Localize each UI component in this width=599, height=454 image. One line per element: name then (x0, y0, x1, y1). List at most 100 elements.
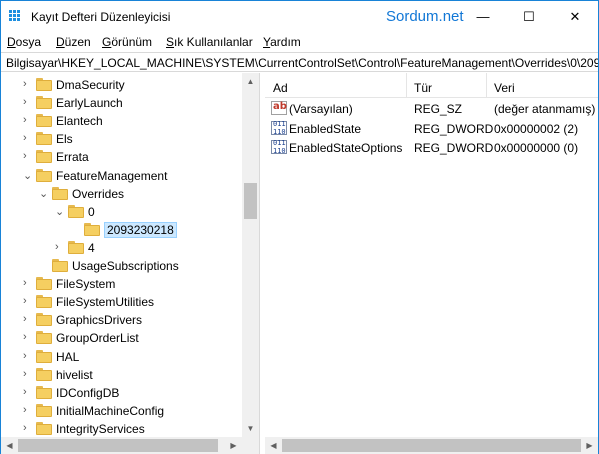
tree-item-label[interactable]: InitialMachineConfig (56, 404, 164, 418)
chevron-right-icon[interactable]: › (23, 331, 33, 345)
tree-item[interactable]: › 4 (1, 239, 241, 257)
tree-item[interactable]: ⌄ 0 (1, 203, 241, 221)
scroll-down-arrow-icon[interactable]: ▼ (242, 420, 259, 437)
menu-duzen[interactable]: Düzen (56, 35, 91, 49)
menu-gorunum[interactable]: Görünüm (102, 35, 152, 49)
tree-item-label[interactable]: GraphicsDrivers (56, 313, 142, 327)
address-bar[interactable]: Bilgisayar\HKEY_LOCAL_MACHINE\SYSTEM\Cur… (1, 52, 598, 72)
scrollbar-thumb[interactable] (282, 439, 581, 452)
value-name: EnabledState (289, 121, 362, 136)
scroll-right-arrow-icon[interactable]: ▶ (225, 437, 242, 454)
folder-icon (36, 277, 52, 291)
folder-icon (36, 367, 52, 381)
close-button[interactable]: ✕ (552, 1, 598, 32)
chevron-right-icon[interactable]: › (23, 78, 33, 92)
chevron-right-icon[interactable]: › (23, 313, 33, 327)
menu-yardim[interactable]: Yardım (263, 35, 301, 49)
tree-item-label[interactable]: HAL (56, 350, 79, 364)
chevron-right-icon[interactable]: › (23, 295, 33, 309)
tree-item-label[interactable]: FeatureManagement (56, 169, 167, 183)
scroll-left-arrow-icon[interactable]: ◀ (265, 437, 282, 454)
folder-icon (36, 313, 52, 327)
chevron-down-icon[interactable]: ⌄ (55, 205, 65, 219)
tree-horizontal-scrollbar[interactable]: ◀ ▶ (1, 437, 242, 454)
list-row[interactable]: 011 110 EnabledStateOptions REG_DWORD 0x000… (265, 138, 598, 157)
folder-icon (36, 78, 52, 91)
scroll-up-arrow-icon[interactable]: ▲ (242, 73, 259, 90)
tree-item[interactable]: › DmaSecurity (1, 76, 241, 94)
tree-item[interactable]: 2093230218 (1, 221, 241, 239)
tree-item[interactable]: › GraphicsDrivers (1, 311, 241, 329)
values-list-pane: Ad Tür Veri ab (Varsayılan) REG_SZ (değer a… (265, 73, 598, 454)
chevron-right-icon[interactable]: › (23, 150, 33, 164)
title-bar[interactable]: Kayıt Defteri Düzenleyicisi Sordum.net —… (1, 1, 598, 32)
tree-item[interactable]: ⌄ FeatureManagement (1, 167, 241, 185)
tree-item[interactable]: › Elantech (1, 112, 241, 130)
tree-item-label[interactable]: 4 (88, 241, 95, 255)
scroll-left-arrow-icon[interactable]: ◀ (1, 437, 18, 454)
tree-item-label[interactable]: FileSystem (56, 277, 115, 291)
values-horizontal-scrollbar[interactable]: ◀ ▶ (265, 437, 598, 454)
tree-item[interactable]: › GroupOrderList (1, 329, 241, 347)
chevron-right-icon[interactable]: › (23, 368, 33, 382)
column-separator[interactable] (406, 73, 407, 98)
folder-icon (52, 186, 68, 200)
scrollbar-thumb[interactable] (18, 439, 218, 452)
chevron-right-icon[interactable]: › (23, 277, 33, 291)
tree-item[interactable]: › FileSystem (1, 275, 241, 293)
tree-item-label[interactable]: FileSystemUtilities (56, 295, 154, 309)
tree-item[interactable]: › Els (1, 130, 241, 148)
list-row[interactable]: ab (Varsayılan) REG_SZ (değer atanmamış) (265, 99, 598, 118)
list-row[interactable]: 011 110 EnabledState REG_DWORD 0x00000002 (… (265, 119, 598, 138)
column-separator[interactable] (486, 73, 487, 98)
tree-item-label[interactable]: DmaSecurity (56, 78, 125, 92)
chevron-down-icon[interactable]: ⌄ (39, 187, 49, 201)
tree-item[interactable]: UsageSubscriptions (1, 257, 241, 275)
column-header-type[interactable]: Tür (414, 81, 432, 95)
menu-dosya[interactable]: Dosya (7, 35, 41, 49)
tree-item-label[interactable]: Errata (56, 150, 89, 164)
tree-item-label[interactable]: Els (56, 132, 73, 146)
scrollbar-corner (242, 437, 259, 454)
tree-item[interactable]: ⌄ Overrides (1, 185, 241, 203)
tree-item[interactable]: › IntegrityServices (1, 420, 241, 438)
chevron-right-icon[interactable]: › (23, 386, 33, 400)
address-path[interactable]: Bilgisayar\HKEY_LOCAL_MACHINE\SYSTEM\Cur… (6, 56, 598, 70)
tree-item[interactable]: › Errata (1, 148, 241, 166)
tree-item-label[interactable]: IntegrityServices (56, 422, 145, 436)
chevron-right-icon[interactable]: › (55, 241, 65, 255)
tree-item-label[interactable]: hivelist (56, 368, 93, 382)
tree-item-label[interactable]: GroupOrderList (56, 331, 139, 345)
tree-item-label[interactable]: Elantech (56, 114, 103, 128)
minimize-button[interactable]: — (460, 1, 506, 32)
tree-item-label[interactable]: Overrides (72, 187, 124, 201)
tree-item[interactable]: › InitialMachineConfig (1, 402, 241, 420)
tree-item[interactable]: › EarlyLaunch (1, 94, 241, 112)
tree-item-label[interactable]: UsageSubscriptions (72, 259, 179, 273)
chevron-right-icon[interactable]: › (23, 404, 33, 418)
folder-icon (36, 403, 52, 417)
tree-item[interactable]: › IDConfigDB (1, 384, 241, 402)
tree-item-label[interactable]: IDConfigDB (56, 386, 119, 400)
scroll-right-arrow-icon[interactable]: ▶ (581, 437, 598, 454)
maximize-button[interactable]: ☐ (506, 1, 552, 32)
folder-icon (68, 204, 84, 218)
column-header-data[interactable]: Veri (494, 81, 515, 95)
column-header-name[interactable]: Ad (273, 81, 288, 95)
chevron-right-icon[interactable]: › (23, 350, 33, 364)
folder-icon (36, 168, 52, 182)
tree-item[interactable]: › hivelist (1, 366, 241, 384)
tree-vertical-scrollbar[interactable]: ▲ ▼ (242, 73, 259, 437)
chevron-right-icon[interactable]: › (23, 132, 33, 146)
tree-item-label[interactable]: EarlyLaunch (56, 96, 123, 110)
chevron-down-icon[interactable]: ⌄ (23, 169, 33, 183)
chevron-right-icon[interactable]: › (23, 422, 33, 436)
tree-item-label[interactable]: 2093230218 (104, 221, 177, 238)
tree-item[interactable]: › HAL (1, 348, 241, 366)
tree-item[interactable]: › FileSystemUtilities (1, 293, 241, 311)
tree-item-label[interactable]: 0 (88, 205, 95, 219)
chevron-right-icon[interactable]: › (23, 114, 33, 128)
chevron-right-icon[interactable]: › (23, 96, 33, 110)
scrollbar-thumb[interactable] (244, 183, 257, 219)
menu-sik-kullanilanlar[interactable]: Sık Kullanılanlar (166, 35, 253, 49)
